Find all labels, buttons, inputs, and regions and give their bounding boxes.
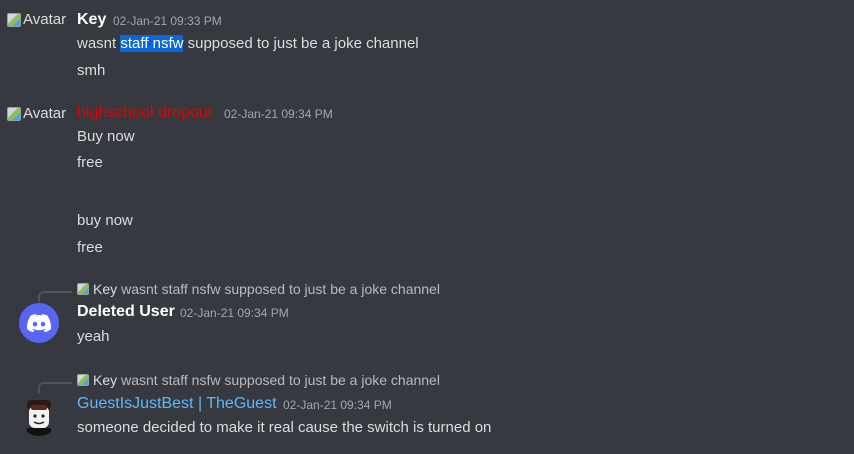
message-timestamp: 02-Jan-21 09:34 PM bbox=[180, 306, 289, 320]
broken-image-icon bbox=[77, 374, 89, 386]
reply-avatar bbox=[77, 283, 89, 295]
reply-author[interactable]: Key bbox=[93, 372, 117, 388]
reply-text: wasnt staff nsfw supposed to just be a j… bbox=[121, 281, 440, 297]
reply-text: wasnt staff nsfw supposed to just be a j… bbox=[121, 372, 440, 388]
avatar-alt-text: Avatar bbox=[23, 11, 67, 28]
broken-image-icon bbox=[7, 106, 21, 121]
message-author[interactable]: Deleted User bbox=[77, 303, 175, 321]
avatar[interactable]: Avatar bbox=[7, 11, 66, 28]
message-text: someone decided to make it real cause th… bbox=[77, 419, 492, 436]
roblox-avatar-icon bbox=[27, 400, 51, 436]
message-timestamp: 02-Jan-21 09:34 PM bbox=[224, 107, 333, 121]
message-text: buy now bbox=[77, 212, 133, 229]
message-author[interactable]: Key bbox=[77, 11, 106, 29]
message-text: free bbox=[77, 154, 103, 171]
selected-text: staff nsfw bbox=[120, 35, 184, 52]
message-timestamp: 02-Jan-21 09:34 PM bbox=[283, 398, 392, 412]
reply-connector bbox=[38, 382, 72, 393]
message-timestamp: 02-Jan-21 09:33 PM bbox=[113, 14, 222, 28]
reply-author[interactable]: Key bbox=[93, 281, 117, 297]
broken-image-icon bbox=[7, 12, 21, 27]
message-text: wasnt staff nsfw supposed to just be a j… bbox=[77, 35, 419, 52]
message-text: yeah bbox=[77, 328, 110, 345]
reply-preview[interactable]: Key wasnt staff nsfw supposed to just be… bbox=[77, 372, 440, 388]
message-text: free bbox=[77, 239, 103, 256]
avatar[interactable] bbox=[19, 303, 59, 343]
message-text: Buy now bbox=[77, 128, 135, 145]
message-text: smh bbox=[77, 62, 106, 79]
reply-connector bbox=[38, 291, 72, 302]
discord-logo-icon bbox=[27, 314, 51, 332]
avatar-alt-text: Avatar bbox=[23, 105, 67, 122]
message-author[interactable]: highschool dropout bbox=[77, 104, 212, 122]
message-author[interactable]: GuestIsJustBest | TheGuest bbox=[77, 395, 277, 413]
avatar[interactable]: Avatar bbox=[7, 105, 66, 122]
broken-image-icon bbox=[77, 283, 89, 295]
reply-preview[interactable]: Key wasnt staff nsfw supposed to just be… bbox=[77, 281, 440, 297]
avatar[interactable] bbox=[19, 396, 59, 436]
reply-avatar bbox=[77, 374, 89, 386]
